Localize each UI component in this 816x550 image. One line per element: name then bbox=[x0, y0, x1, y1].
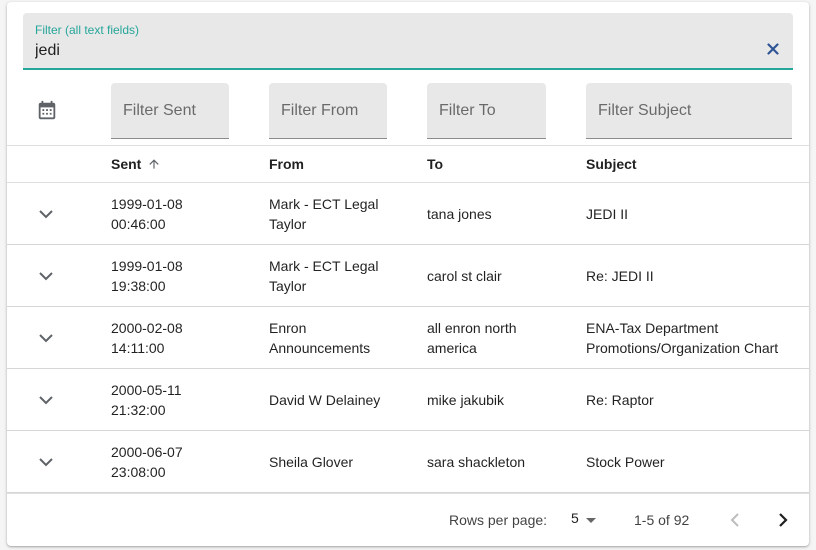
chevron-down-icon[interactable] bbox=[34, 452, 58, 472]
column-header-to[interactable]: To bbox=[427, 146, 443, 183]
cell-subject: Re: Raptor bbox=[586, 391, 654, 408]
table-row[interactable]: 2000-06-07 23:08:00 Sheila Glover sara sh… bbox=[7, 431, 809, 493]
chevron-down-icon[interactable] bbox=[34, 266, 58, 286]
cell-from: David W Delainey bbox=[269, 391, 381, 408]
cell-to: carol st clair bbox=[427, 267, 502, 284]
cell-from: Mark - ECT Legal Taylor bbox=[269, 257, 379, 294]
filter-from-input[interactable] bbox=[269, 83, 387, 138]
rows-per-page-select[interactable]: 5 bbox=[571, 510, 603, 530]
chevron-left-icon[interactable] bbox=[723, 508, 747, 532]
pagination-range: 1-5 of 92 bbox=[634, 512, 690, 528]
cell-sent: 2000-02-08 14:11:00 bbox=[111, 319, 183, 356]
filter-from-field[interactable] bbox=[269, 83, 387, 139]
calendar-icon[interactable] bbox=[36, 100, 58, 122]
cell-sent: 1999-01-08 19:38:00 bbox=[111, 257, 183, 294]
table-row[interactable]: 1999-01-08 00:46:00 Mark - ECT Legal Taylo… bbox=[7, 183, 809, 245]
pagination-bar: Rows per page: 5 1-5 of 92 bbox=[7, 493, 809, 546]
clear-icon[interactable] bbox=[767, 43, 779, 55]
filter-sent-field[interactable] bbox=[111, 83, 229, 139]
chevron-right-icon[interactable] bbox=[771, 508, 795, 532]
global-filter-input[interactable] bbox=[35, 41, 735, 61]
cell-subject: ENA-Tax Department Promotions/Organizatio… bbox=[586, 319, 779, 356]
cell-to: tana jones bbox=[427, 205, 492, 222]
filter-sent-input[interactable] bbox=[111, 83, 229, 138]
column-header-from[interactable]: From bbox=[269, 146, 304, 183]
rows-per-page-label: Rows per page: bbox=[449, 512, 548, 528]
global-filter-field[interactable]: Filter (all text fields) bbox=[23, 13, 793, 70]
cell-from: Enron Announcements bbox=[269, 319, 371, 356]
cell-subject: Stock Power bbox=[586, 453, 665, 470]
column-header-subject[interactable]: Subject bbox=[586, 146, 637, 183]
cell-subject: Re: JEDI II bbox=[586, 267, 654, 284]
column-header-sent[interactable]: Sent bbox=[111, 146, 161, 183]
cell-sent: 2000-05-11 21:32:00 bbox=[111, 381, 182, 418]
chevron-down-icon[interactable] bbox=[34, 204, 58, 224]
column-filter-row bbox=[7, 82, 809, 146]
arrow-up-icon[interactable] bbox=[147, 157, 161, 171]
cell-subject: JEDI II bbox=[586, 205, 629, 222]
email-table-card: Filter (all text fields) Sent From To Su… bbox=[7, 2, 809, 546]
chevron-down-icon[interactable] bbox=[34, 328, 58, 348]
table-row[interactable]: 2000-02-08 14:11:00 Enron Announcements al… bbox=[7, 307, 809, 369]
cell-from: Sheila Glover bbox=[269, 453, 354, 470]
cell-to: mike jakubik bbox=[427, 391, 505, 408]
cell-to: all enron north america bbox=[427, 319, 517, 356]
global-filter-label: Filter (all text fields) bbox=[35, 23, 140, 37]
dropdown-caret-icon bbox=[586, 518, 596, 523]
table-row[interactable]: 1999-01-08 19:38:00 Mark - ECT Legal Taylo… bbox=[7, 245, 809, 307]
cell-from: Mark - ECT Legal Taylor bbox=[269, 195, 379, 232]
cell-sent: 2000-06-07 23:08:00 bbox=[111, 443, 183, 480]
filter-to-field[interactable] bbox=[427, 83, 546, 139]
column-header-sent-label: Sent bbox=[111, 156, 142, 172]
filter-subject-input[interactable] bbox=[586, 83, 792, 138]
table-row[interactable]: 2000-05-11 21:32:00 David W Delainey mike… bbox=[7, 369, 809, 431]
cell-to: sara shackleton bbox=[427, 453, 526, 470]
rows-per-page-value: 5 bbox=[571, 510, 579, 526]
filter-subject-field[interactable] bbox=[586, 83, 792, 139]
table-header-row: Sent From To Subject bbox=[7, 146, 809, 183]
chevron-down-icon[interactable] bbox=[34, 390, 58, 410]
cell-sent: 1999-01-08 00:46:00 bbox=[111, 195, 183, 232]
filter-to-input[interactable] bbox=[427, 83, 546, 138]
